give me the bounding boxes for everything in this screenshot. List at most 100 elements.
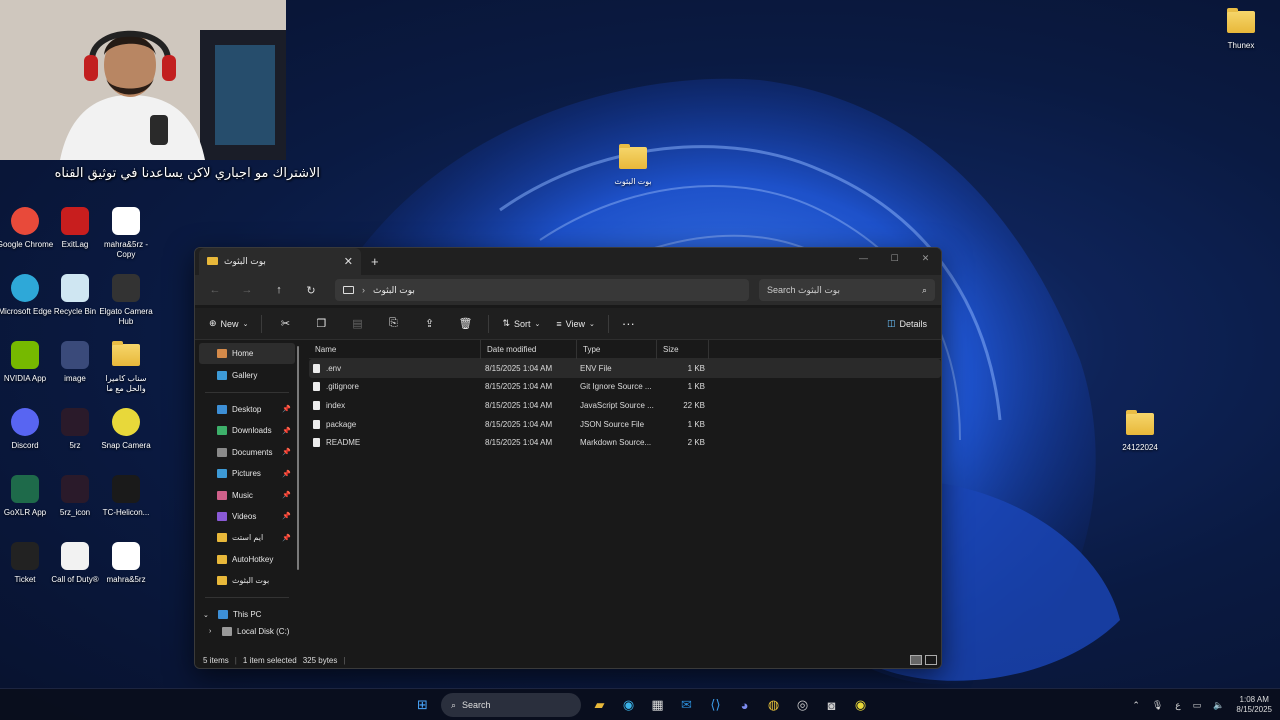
- file-row[interactable]: README 8/15/2025 1:04 AM Markdown Source..…: [309, 433, 941, 452]
- nav-item-quick-access[interactable]: Videos 📌: [195, 506, 299, 527]
- address-bar[interactable]: › بوت البثوث: [335, 279, 749, 301]
- back-button[interactable]: ←: [201, 278, 229, 302]
- chevron-up-icon[interactable]: ⌃: [1132, 700, 1140, 711]
- delete-button[interactable]: 🗑: [449, 312, 481, 336]
- breadcrumb[interactable]: بوت البثوث: [373, 285, 415, 296]
- nav-item-quick-access[interactable]: AutoHotkey: [195, 549, 299, 570]
- discord-taskbar-button[interactable]: ◕: [730, 693, 759, 717]
- language-indicator[interactable]: ع: [1175, 700, 1180, 711]
- file-row[interactable]: index 8/15/2025 1:04 AM JavaScript Source …: [309, 396, 941, 415]
- up-button[interactable]: ↑: [265, 278, 293, 302]
- desktop-folder-center[interactable]: بوت البثوث: [604, 142, 662, 187]
- search-box[interactable]: Search بوت البثوث ⌕: [759, 279, 935, 301]
- app2-taskbar-button[interactable]: ◙: [817, 693, 846, 717]
- cut-button[interactable]: ✂: [269, 312, 301, 336]
- file-name: index: [326, 400, 346, 410]
- edge-taskbar-button[interactable]: ◉: [614, 693, 643, 717]
- new-tab-button[interactable]: +: [371, 254, 379, 269]
- more-options-button[interactable]: ···: [616, 312, 641, 336]
- nav-item-gallery[interactable]: Gallery: [195, 364, 299, 385]
- sort-button[interactable]: ⇅ Sort ⌄: [496, 312, 546, 336]
- title-bar: بوت البثوث ✕ + — ☐ ✕: [195, 248, 941, 275]
- nav-item-quick-access[interactable]: Desktop 📌: [195, 399, 299, 420]
- file-date: 8/15/2025 1:04 AM: [485, 382, 553, 392]
- desktop-icon-label: Call of Duty®: [51, 575, 99, 584]
- speaker-icon[interactable]: 🔈: [1213, 700, 1224, 711]
- pin-icon: 📌: [282, 427, 291, 435]
- nav-item-label: AutoHotkey: [232, 554, 274, 564]
- desktop-icon[interactable]: mahra&5rz: [97, 540, 155, 585]
- explorer-tab[interactable]: بوت البثوث ✕: [199, 248, 361, 275]
- details-view-icon[interactable]: [910, 655, 922, 665]
- vscode-taskbar-button[interactable]: ⟨⟩: [701, 693, 730, 717]
- nav-item-this-pc[interactable]: ⌄ This PC: [195, 604, 299, 625]
- file-row[interactable]: .gitignore 8/15/2025 1:04 AM Git Ignore So…: [309, 378, 941, 397]
- share-icon: ⇪: [424, 318, 435, 330]
- new-button[interactable]: ⊕ New ⌄: [203, 312, 254, 336]
- start-button[interactable]: ⊞: [408, 693, 437, 717]
- file-row[interactable]: package 8/15/2025 1:04 AM JSON Source File…: [309, 415, 941, 434]
- nav-item-quick-access[interactable]: ايم استت 📌: [195, 527, 299, 548]
- minimize-button[interactable]: —: [848, 248, 879, 268]
- nav-item-home[interactable]: Home: [199, 343, 295, 365]
- desktop-icon[interactable]: Snap Camera: [97, 406, 155, 451]
- column-header-type[interactable]: Type: [577, 339, 657, 359]
- desktop-folder-right[interactable]: 24122024: [1111, 408, 1169, 453]
- close-tab-icon[interactable]: ✕: [344, 255, 353, 268]
- maximize-button[interactable]: ☐: [879, 248, 910, 268]
- view-button[interactable]: ≡ View ⌄: [550, 312, 601, 336]
- desktop-icon[interactable]: سناب كاميرا والحل مع ما: [97, 339, 155, 394]
- gallery-icon: [217, 370, 227, 380]
- desktop-folder-thunex[interactable]: Thunex: [1212, 6, 1270, 51]
- desktop-icon[interactable]: mahra&5rz - Copy: [97, 205, 155, 260]
- file-type: ENV File: [580, 363, 612, 373]
- snap-camera-taskbar-button[interactable]: ◉: [846, 693, 875, 717]
- nav-item-quick-access[interactable]: Downloads 📌: [195, 420, 299, 441]
- file-row[interactable]: .env 8/15/2025 1:04 AM ENV File 1 KB: [309, 359, 941, 378]
- close-window-button[interactable]: ✕: [910, 248, 941, 268]
- file-name: README: [326, 438, 361, 448]
- desktop-icon[interactable]: ExitLag: [46, 205, 104, 250]
- forward-button[interactable]: →: [233, 278, 261, 302]
- desktop-icon[interactable]: Elgato Camera Hub: [97, 272, 155, 327]
- column-header-date[interactable]: Date modified: [481, 339, 577, 359]
- navigation-bar: ← → ↑ ↻ › بوت البثوث Search بوت البثوث ⌕: [195, 275, 941, 305]
- file-explorer-taskbar-button[interactable]: ▰: [585, 693, 614, 717]
- nav-item-quick-access[interactable]: Music 📌: [195, 484, 299, 505]
- desktop-icon[interactable]: Recycle Bin: [46, 272, 104, 317]
- desktop-icon[interactable]: 5rz_icon: [46, 473, 104, 518]
- nav-item-quick-access[interactable]: بوت البثوث: [195, 570, 299, 591]
- details-button[interactable]: ◫ Details: [881, 312, 933, 336]
- folder-icon: [207, 256, 218, 267]
- nav-item-local-disk[interactable]: › Local Disk (C:): [195, 626, 299, 638]
- file-size: 22 KB: [683, 400, 705, 410]
- outlook-taskbar-button[interactable]: ✉: [672, 693, 701, 717]
- desktop-folder-right-label: 24122024: [1122, 443, 1158, 452]
- chrome-taskbar-button[interactable]: ◍: [759, 693, 788, 717]
- share-button[interactable]: ⇪: [413, 312, 445, 336]
- desktop-icon[interactable]: TC-Helicon...: [97, 473, 155, 518]
- rename-button[interactable]: ⎘: [377, 312, 409, 336]
- column-header-size[interactable]: Size: [657, 339, 709, 359]
- refresh-button[interactable]: ↻: [297, 278, 325, 302]
- paste-button[interactable]: ▤: [341, 312, 373, 336]
- search-input[interactable]: Search بوت البثوث: [767, 285, 922, 296]
- nav-item-quick-access[interactable]: Pictures 📌: [195, 463, 299, 484]
- tiles-view-icon[interactable]: [925, 655, 937, 665]
- microphone-icon[interactable]: 🎙: [1152, 700, 1163, 711]
- stream-caption: الاشتراك مو اجباري لاكن يساعدنا في توثيق…: [54, 166, 320, 181]
- clock[interactable]: 1:08 AM 8/15/2025: [1236, 695, 1272, 715]
- app-taskbar-button[interactable]: ◎: [788, 693, 817, 717]
- column-header-name[interactable]: Name: [309, 339, 481, 359]
- desktop-icon[interactable]: Call of Duty®: [46, 540, 104, 585]
- taskbar-search[interactable]: ⌕ Search: [441, 693, 581, 717]
- scissors-icon: ✂: [280, 318, 291, 330]
- store-taskbar-button[interactable]: ▦: [643, 693, 672, 717]
- copy-button[interactable]: ❐: [305, 312, 337, 336]
- desktop-icon[interactable]: 5rz: [46, 406, 104, 451]
- discord-icon: [11, 408, 39, 436]
- chevron-right-icon: ›: [209, 628, 212, 636]
- nav-item-quick-access[interactable]: Documents 📌: [195, 442, 299, 463]
- desktop-icon[interactable]: image: [46, 339, 104, 384]
- monitor-icon[interactable]: ▭: [1193, 700, 1202, 711]
